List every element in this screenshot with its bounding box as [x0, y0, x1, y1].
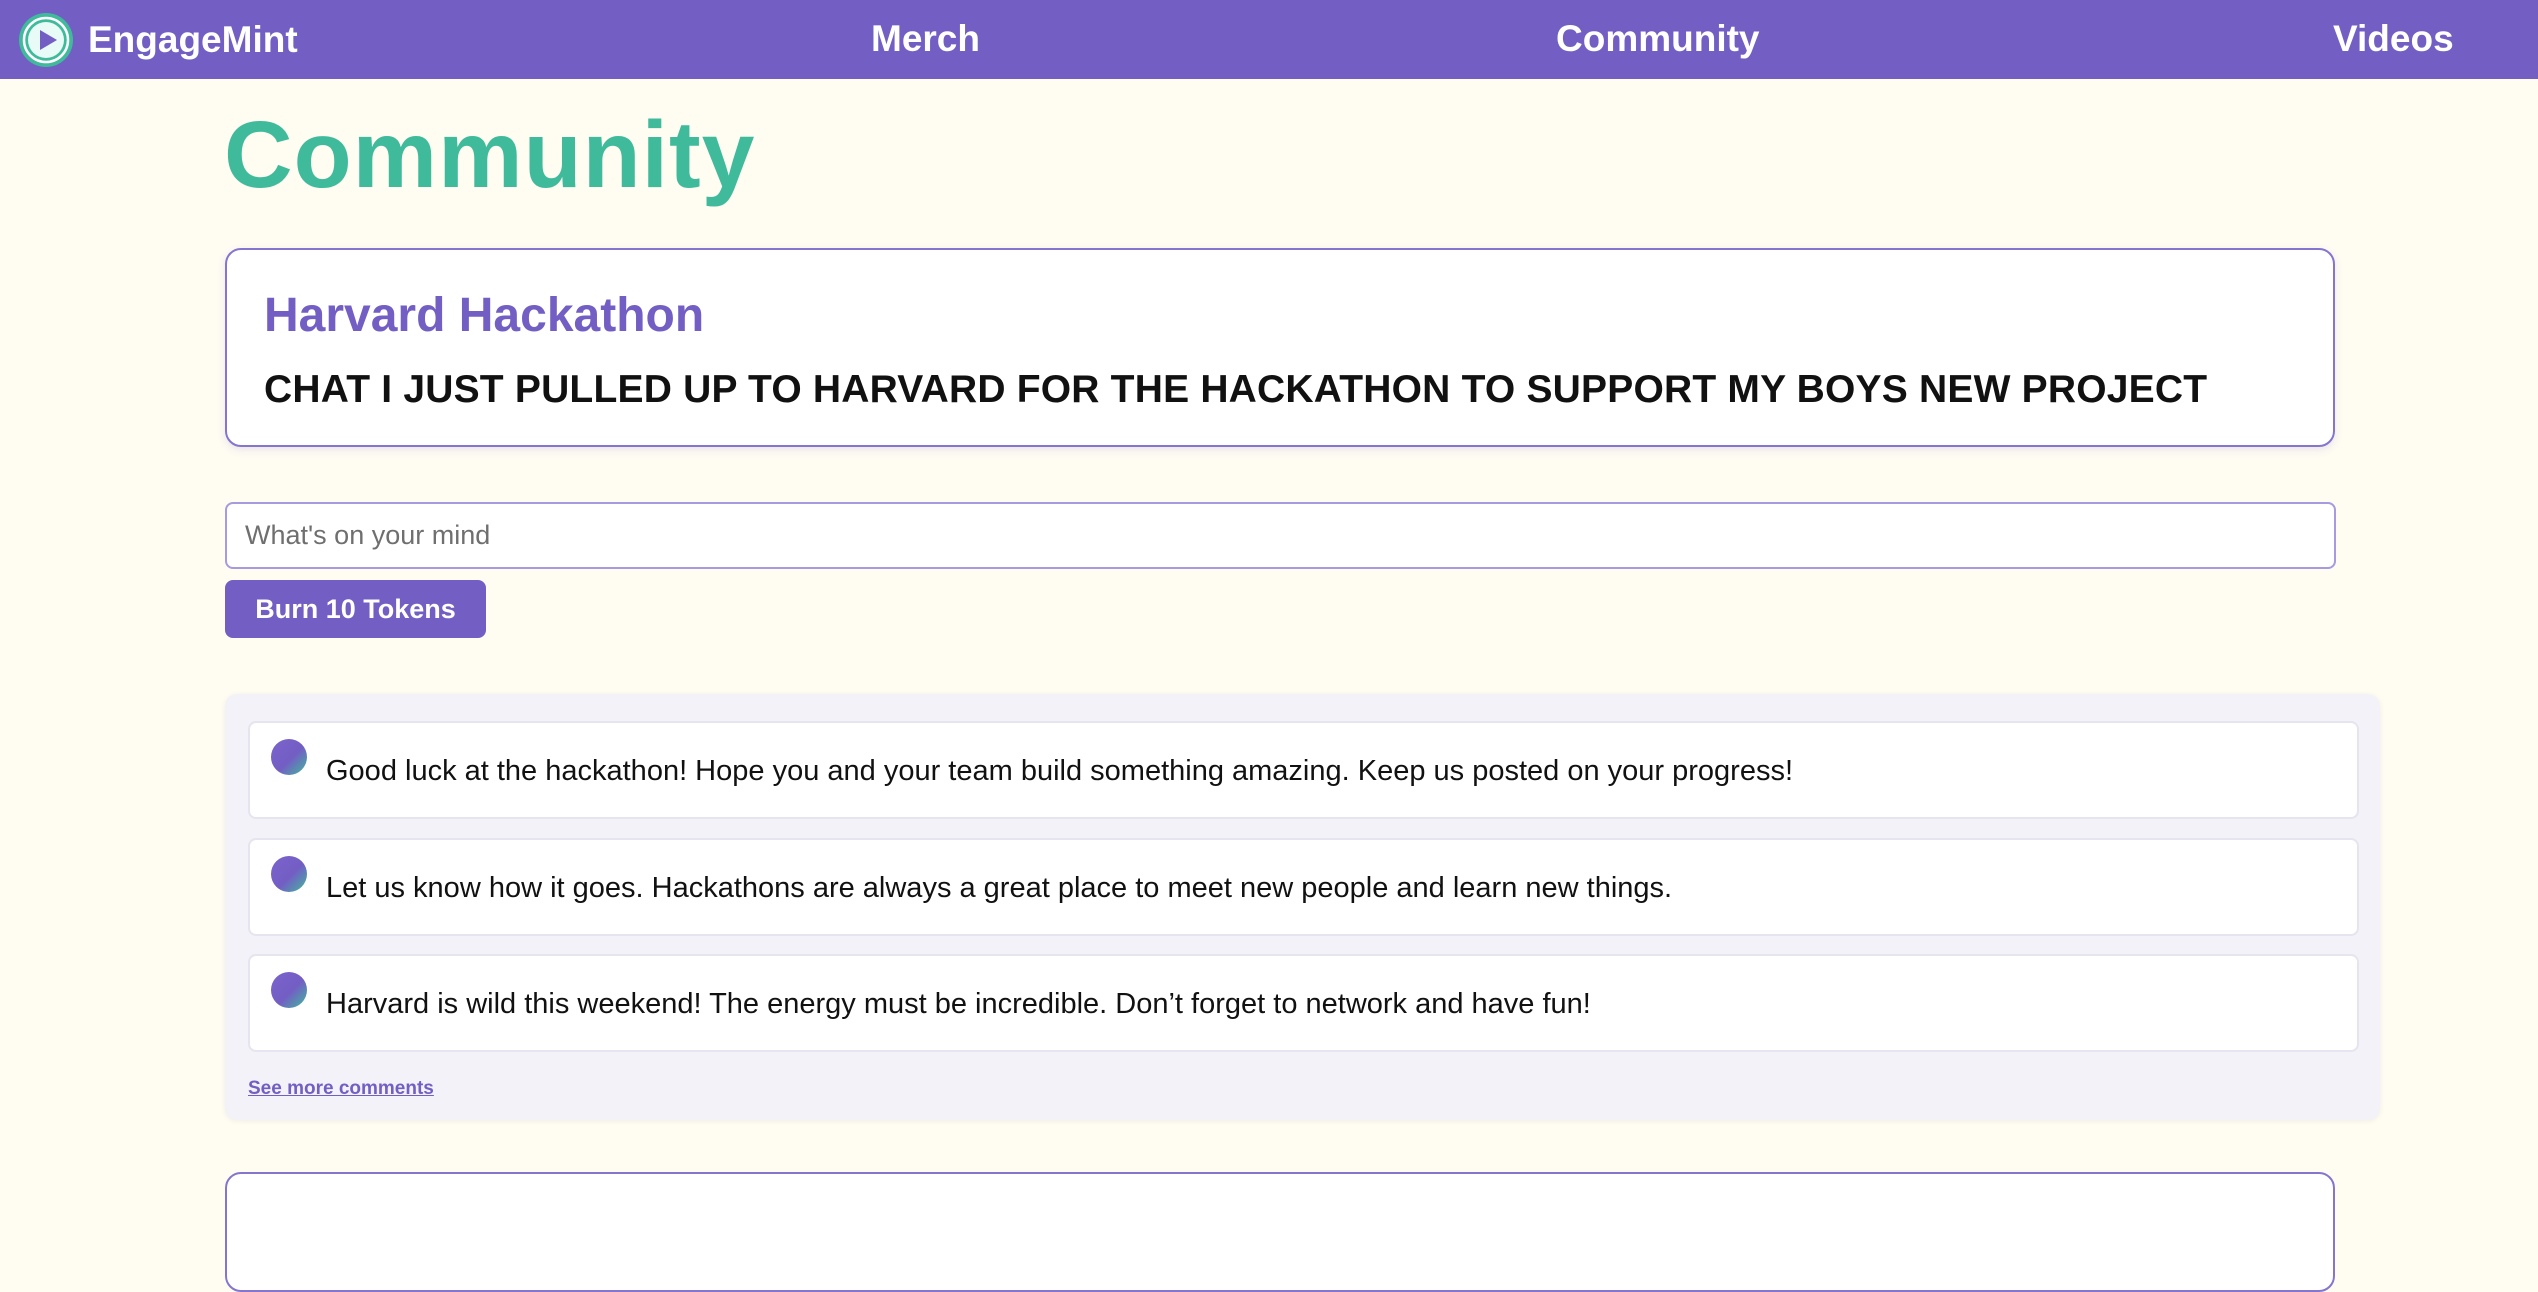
comment-text: Good luck at the hackathon! Hope you and… [326, 755, 1794, 787]
comment-input[interactable] [225, 502, 2336, 569]
avatar [271, 739, 307, 775]
comment-item: Let us know how it goes. Hackathons are … [248, 838, 2359, 936]
nav-link-community[interactable]: Community [1556, 18, 1760, 60]
comments-panel: Good luck at the hackathon! Hope you and… [225, 694, 2380, 1120]
play-icon [19, 13, 73, 67]
see-more-comments-link[interactable]: See more comments [248, 1078, 434, 1100]
brand-name: EngageMint [88, 19, 298, 60]
comment-text: Let us know how it goes. Hackathons are … [326, 872, 1673, 904]
comment-item: Good luck at the hackathon! Hope you and… [248, 721, 2359, 819]
next-post-card [225, 1172, 2335, 1292]
avatar [271, 972, 307, 1008]
nav-link-merch[interactable]: Merch [871, 18, 980, 60]
comment-text: Harvard is wild this weekend! The energy… [326, 988, 1591, 1020]
comment-item: Harvard is wild this weekend! The energy… [248, 954, 2359, 1052]
top-navbar: EngageMint Merch Community Videos [0, 0, 2538, 79]
nav-link-videos[interactable]: Videos [2333, 18, 2454, 60]
avatar [271, 856, 307, 892]
brand-home-link[interactable]: EngageMint [18, 10, 298, 70]
post-title: Harvard Hackathon [264, 289, 705, 342]
page-title: Community [224, 102, 756, 208]
burn-tokens-button[interactable]: Burn 10 Tokens [225, 580, 486, 638]
post-card: Harvard Hackathon CHAT I JUST PULLED UP … [225, 248, 2335, 447]
post-body: CHAT I JUST PULLED UP TO HARVARD FOR THE… [264, 368, 2208, 411]
